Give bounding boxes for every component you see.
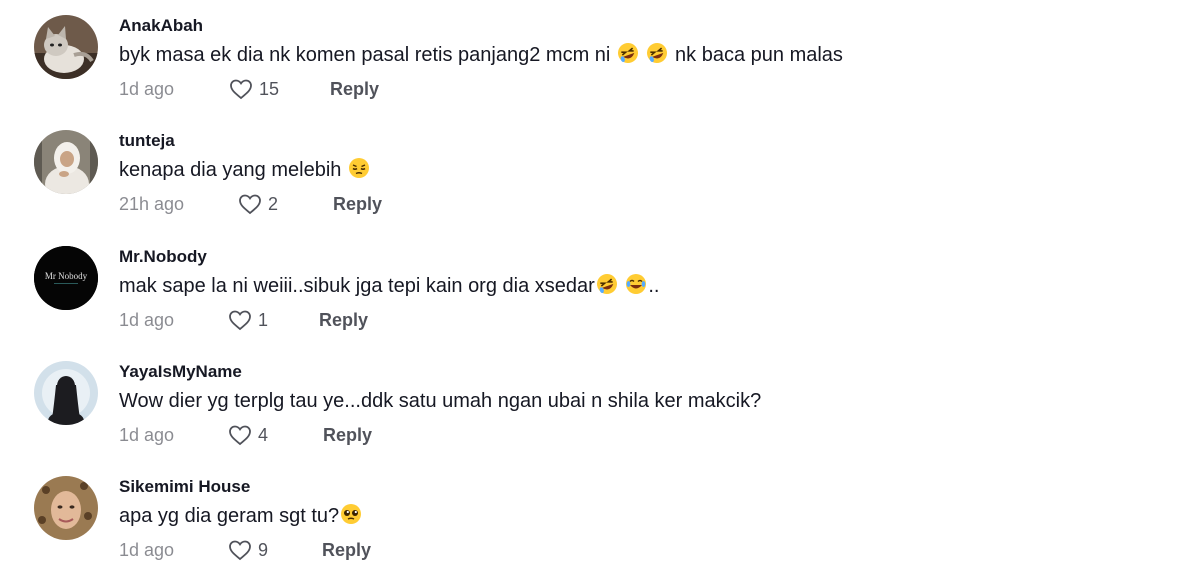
comment-text-tail: ..	[648, 275, 660, 297]
comment-item: Mr Nobody Mr.Nobody mak sape la ni weiii…	[34, 246, 1174, 346]
comment-username[interactable]: Sikemimi House	[119, 476, 250, 498]
comment-time: 1d ago	[119, 540, 175, 560]
comment-text-main: byk masa ek dia nk komen pasal retis pan…	[119, 44, 611, 66]
reply-button[interactable]: Reply	[323, 423, 372, 447]
user-avatar[interactable]: Mr Nobody	[34, 246, 98, 310]
pleading-emoji-icon	[341, 504, 362, 524]
like-count: 9	[258, 540, 269, 560]
mr-nobody-logo-avatar: Mr Nobody	[34, 246, 98, 310]
pensive-emoji-icon	[348, 158, 369, 178]
like-button[interactable]: 9	[228, 538, 268, 562]
user-avatar[interactable]	[34, 130, 98, 194]
comment-text-main: mak sape la ni weiii..sibuk jga tepi kai…	[119, 275, 595, 297]
reply-button[interactable]: Reply	[322, 538, 371, 562]
comment-time: 1d ago	[119, 425, 175, 445]
comment-item: AnakAbah byk masa ek dia nk komen pasal …	[34, 15, 1174, 115]
comment-time: 1d ago	[119, 79, 175, 99]
silhouette-avatar	[34, 361, 98, 425]
comment-username[interactable]: YayaIsMyName	[119, 361, 242, 383]
like-button[interactable]: 1	[228, 308, 268, 332]
user-avatar[interactable]	[34, 15, 98, 79]
like-count: 15	[259, 79, 280, 99]
like-button[interactable]: 2	[238, 192, 278, 216]
like-button[interactable]: 4	[228, 423, 268, 447]
heart-icon	[229, 310, 251, 331]
comment-username[interactable]: AnakAbah	[119, 15, 203, 37]
woman-photo-avatar	[34, 476, 98, 540]
like-count: 4	[258, 425, 269, 445]
user-avatar[interactable]	[34, 476, 98, 540]
heart-icon	[229, 540, 251, 561]
avatar-logo-text: Mr Nobody	[45, 271, 88, 281]
like-count: 2	[268, 194, 279, 214]
comment-item: tunteja kenapa dia yang melebih 21h ago …	[34, 130, 1174, 230]
comment-username[interactable]: Mr.Nobody	[119, 246, 207, 268]
comment-text: mak sape la ni weiii..sibuk jga tepi kai…	[119, 273, 660, 299]
heart-icon	[229, 425, 251, 446]
reply-button[interactable]: Reply	[330, 77, 379, 101]
user-avatar[interactable]	[34, 361, 98, 425]
comment-text: kenapa dia yang melebih	[119, 157, 371, 183]
comment-time: 21h ago	[119, 194, 185, 214]
comment-text-main: kenapa dia yang melebih	[119, 159, 342, 181]
comment-username[interactable]: tunteja	[119, 130, 175, 152]
like-button[interactable]: 15	[229, 77, 279, 101]
heart-icon	[230, 79, 252, 100]
comment-item: Sikemimi House apa yg dia geram sgt tu? …	[34, 476, 1174, 576]
comment-text-tail: nk baca pun malas	[675, 44, 843, 66]
comment-text: Wow dier yg terplg tau ye...ddk satu uma…	[119, 390, 762, 412]
comment-text-main: apa yg dia geram sgt tu?	[119, 505, 340, 527]
joy-emoji-icon	[626, 274, 647, 294]
like-count: 1	[258, 310, 269, 330]
cat-photo-avatar	[34, 15, 98, 79]
hijab-woman-photo-avatar	[34, 130, 98, 194]
rofl-emoji-icon	[647, 43, 668, 63]
reply-button[interactable]: Reply	[319, 308, 368, 332]
heart-icon	[239, 194, 261, 215]
rofl-emoji-icon	[596, 274, 617, 294]
reply-button[interactable]: Reply	[333, 192, 382, 216]
comment-item: YayaIsMyName Wow dier yg terplg tau ye..…	[34, 361, 1174, 461]
comment-text: byk masa ek dia nk komen pasal retis pan…	[119, 42, 843, 68]
comment-time: 1d ago	[119, 310, 175, 330]
comment-text: apa yg dia geram sgt tu?	[119, 503, 363, 529]
rofl-emoji-icon	[617, 43, 638, 63]
